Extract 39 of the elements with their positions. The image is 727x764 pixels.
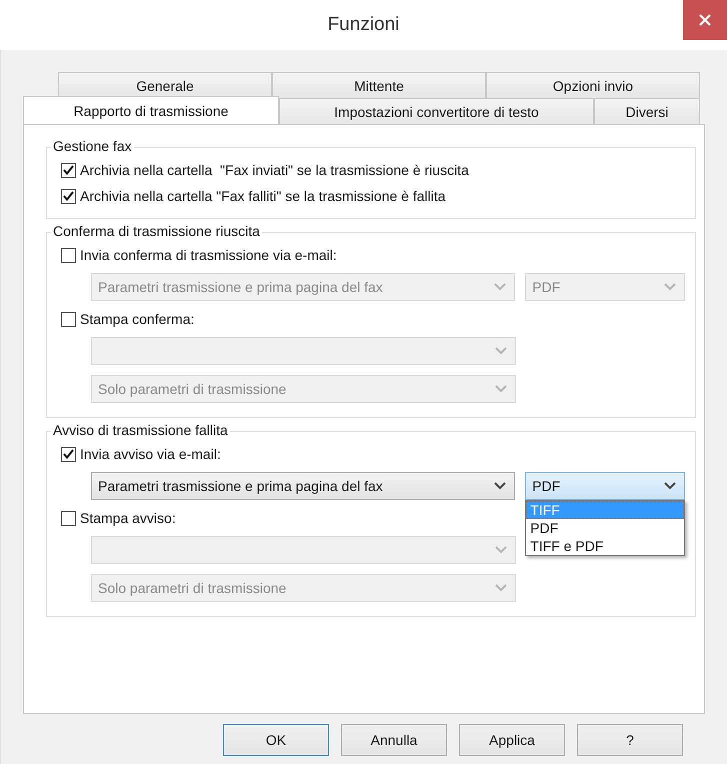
checkbox-label: Archivia nella cartella "Fax inviati" se la trasmissione è riuscita: [80, 162, 469, 178]
group-title: Gestione fax: [51, 138, 134, 154]
chevron-down-icon: [495, 584, 507, 592]
checkbox[interactable]: [61, 248, 76, 262]
checkbox[interactable]: [61, 446, 76, 462]
window-title: Funzioni: [328, 14, 400, 36]
chevron-down-icon: [495, 546, 507, 554]
chevron-down-icon: [664, 482, 676, 490]
tab[interactable]: Generale: [58, 72, 272, 98]
dropdown[interactable]: Parametri trasmissione e prima pagina del fax: [91, 472, 516, 500]
dropdown-option[interactable]: PDF: [526, 519, 684, 537]
close-button[interactable]: [683, 0, 727, 40]
tab[interactable]: Impostazioni convertitore di testo: [279, 98, 594, 124]
tab[interactable]: Diversi: [594, 98, 700, 124]
close-icon: [698, 13, 712, 27]
tab[interactable]: Opzioni invio: [486, 72, 700, 98]
chevron-down-icon: [664, 283, 676, 291]
chevron-down-icon: [494, 283, 506, 291]
chevron-down-icon: [495, 347, 507, 355]
checkbox-label: Invia conferma di trasmissione via e-mail:: [80, 247, 337, 263]
checkbox-label: Stampa conferma:: [80, 311, 194, 327]
checkbox[interactable]: [61, 312, 76, 326]
chevron-down-icon: [495, 385, 507, 393]
checkbox-label: Archivia nella cartella "Fax falliti" se la trasmissione è fallita: [80, 188, 446, 204]
dialog-button[interactable]: ?: [577, 724, 683, 756]
checkbox-label: Stampa avviso:: [80, 510, 176, 526]
chevron-down-icon: [494, 482, 506, 490]
checkbox[interactable]: [61, 188, 76, 204]
tab[interactable]: Mittente: [272, 72, 486, 98]
checkbox-label: Invia avviso via e-mail:: [80, 446, 221, 462]
dialog-button[interactable]: Annulla: [341, 724, 447, 756]
group-title: Avviso di trasmissione fallita: [51, 422, 230, 438]
tab[interactable]: Rapporto di trasmissione: [23, 96, 279, 124]
group-title: Conferma di trasmissione riuscita: [51, 223, 262, 239]
checkbox[interactable]: [61, 510, 76, 526]
dialog-button[interactable]: OK: [223, 724, 329, 756]
dialog-button[interactable]: Applica: [459, 724, 565, 756]
dropdown-option[interactable]: TIFF e PDF: [526, 537, 684, 555]
checkbox[interactable]: [61, 162, 76, 178]
